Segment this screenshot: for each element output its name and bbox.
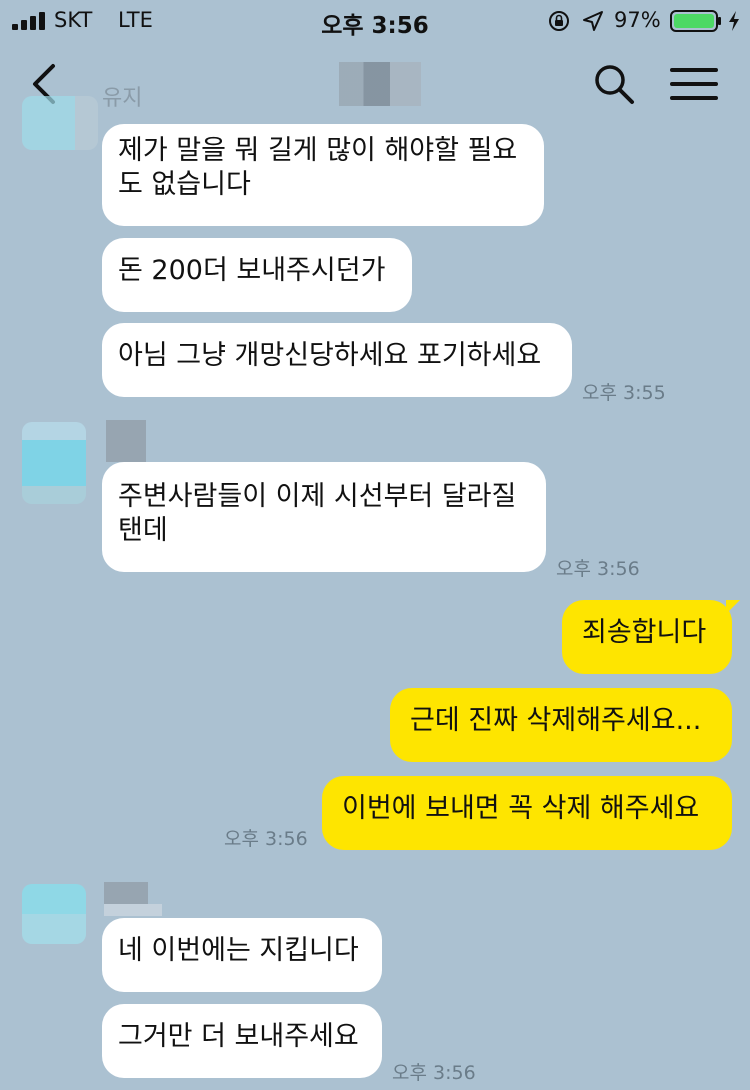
- battery-icon: [670, 10, 721, 32]
- battery-percentage: 97%: [614, 8, 661, 32]
- message-timestamp: 오후 3:56: [224, 828, 308, 850]
- received-message[interactable]: 네 이번에는 지킵니다: [102, 918, 382, 992]
- status-bar: SKT LTE 오후 3:56 97%: [0, 0, 750, 44]
- chat-title-blurred: [339, 62, 421, 106]
- sent-message[interactable]: 이번에 보내면 꼭 삭제 해주세요: [322, 776, 732, 850]
- charging-bolt-icon: [729, 11, 739, 31]
- sender-name-blurred: [104, 882, 148, 904]
- avatar[interactable]: [22, 96, 98, 150]
- message-timestamp: 오후 3:56: [556, 558, 640, 580]
- sent-message[interactable]: 죄송합니다: [562, 600, 740, 674]
- received-message[interactable]: 주변사람들이 이제 시선부터 달라질탠데: [102, 462, 546, 572]
- message-timestamp: 오후 3:56: [392, 1062, 476, 1084]
- location-arrow-icon: [583, 11, 603, 31]
- sender-name-blurred: [106, 420, 146, 462]
- menu-button[interactable]: [666, 58, 722, 110]
- rotation-lock-icon: [549, 11, 569, 31]
- search-button[interactable]: [588, 58, 640, 110]
- message-timestamp: 오후 3:55: [582, 382, 666, 404]
- avatar[interactable]: [22, 884, 86, 944]
- sent-message[interactable]: 근데 진짜 삭제해주세요...: [390, 688, 732, 762]
- avatar[interactable]: [22, 422, 86, 504]
- sender-name-blurred: [104, 904, 162, 916]
- received-message[interactable]: 그거만 더 보내주세요: [102, 1004, 382, 1078]
- received-message[interactable]: 아님 그냥 개망신당하세요 포기하세요: [102, 323, 572, 397]
- received-message[interactable]: 돈 200더 보내주시던가: [102, 238, 412, 312]
- sender-name: 유지: [102, 86, 143, 111]
- received-message[interactable]: 제가 말을 뭐 길게 많이 해야할 필요도 없습니다: [102, 124, 544, 226]
